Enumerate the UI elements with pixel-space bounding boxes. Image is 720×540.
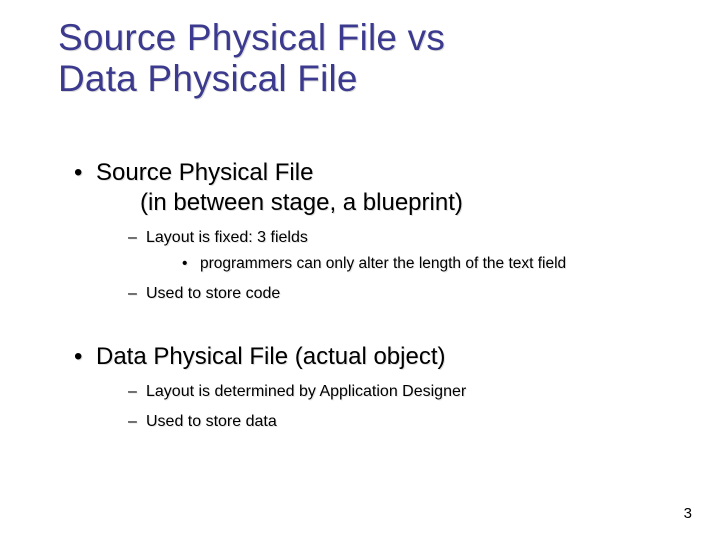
bullet-icon: • bbox=[74, 159, 96, 187]
bullet-text: Layout is fixed: 3 fields bbox=[146, 229, 308, 246]
bullet-level2: –Used to store data bbox=[128, 413, 678, 431]
bullet-level2: –Layout is determined by Application Des… bbox=[128, 383, 678, 401]
bullet-text: Source Physical File bbox=[96, 159, 313, 186]
bullet-text: Used to store data bbox=[146, 413, 277, 430]
dash-icon: – bbox=[128, 383, 146, 401]
bullet-text: Used to store code bbox=[146, 285, 280, 302]
slide: Source Physical File vs Data Physical Fi… bbox=[0, 0, 720, 540]
bullet-level1: •Data Physical File (actual object) bbox=[78, 343, 678, 371]
bullet-text: Data Physical File (actual object) bbox=[96, 343, 445, 370]
bullet-text: Layout is determined by Application Desi… bbox=[146, 383, 466, 400]
dash-icon: – bbox=[128, 413, 146, 431]
dash-icon: – bbox=[128, 229, 146, 247]
page-number: 3 bbox=[684, 505, 692, 522]
slide-body: • Source Physical File (in between stage,… bbox=[78, 145, 678, 435]
bullet-icon: • bbox=[182, 255, 200, 273]
spacer bbox=[78, 307, 678, 329]
bullet-level1: •Source Physical File (in between stage,… bbox=[78, 159, 678, 217]
dash-icon: – bbox=[128, 285, 146, 303]
title-line-1: Source Physical File vs bbox=[58, 17, 445, 58]
title-line-2: Data Physical File bbox=[58, 58, 358, 99]
slide-title: Source Physical File vs Data Physical Fi… bbox=[58, 18, 445, 99]
bullet-level2: –Layout is fixed: 3 fields bbox=[128, 229, 678, 247]
bullet-icon: • bbox=[74, 343, 96, 371]
bullet-text-cont: (in between stage, a blueprint) bbox=[140, 189, 678, 217]
bullet-text: programmers can only alter the length of… bbox=[200, 255, 566, 272]
bullet-level2: –Used to store code bbox=[128, 285, 678, 303]
bullet-level3: •programmers can only alter the length o… bbox=[182, 255, 678, 273]
